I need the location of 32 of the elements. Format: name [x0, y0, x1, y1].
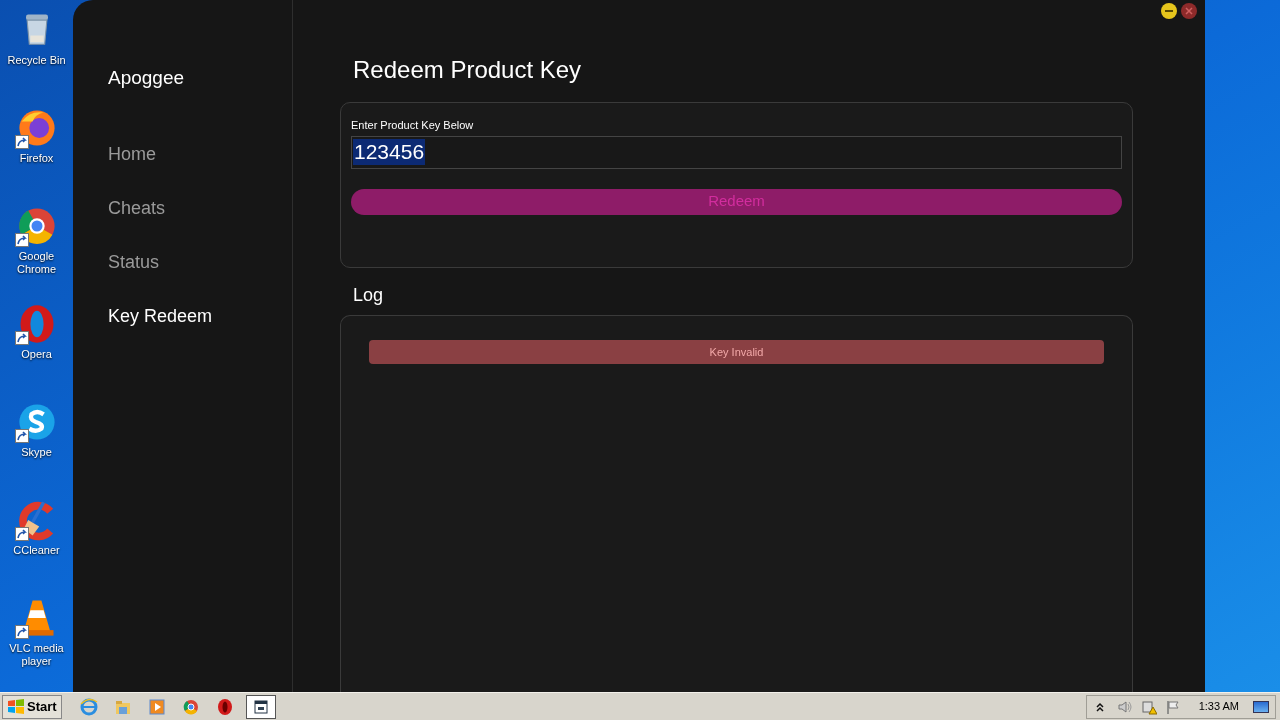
window-icon	[251, 697, 270, 716]
clock[interactable]: 1:33 AM	[1198, 698, 1239, 715]
input-field[interactable]: 123456	[351, 135, 1122, 169]
windows-logo	[7, 698, 25, 715]
taskbar-button[interactable]	[245, 694, 276, 719]
field-label: Enter Product Key Below	[351, 118, 475, 133]
icon-label: Firefox	[19, 152, 54, 165]
log-title: Log	[353, 284, 385, 307]
minimize-button[interactable]	[1161, 3, 1177, 19]
icon-label: Recycle Bin	[7, 54, 66, 67]
browser-e-icon	[79, 697, 98, 716]
nav-item[interactable]: Home	[108, 140, 292, 168]
nav-item[interactable]: Status	[108, 248, 292, 276]
chrome-icon	[181, 697, 200, 716]
icon-label: CCleaner	[13, 544, 60, 557]
close-button[interactable]	[1181, 3, 1197, 19]
app-brand: Apoggee	[108, 66, 186, 90]
icon-label: VLC media player	[8, 642, 65, 668]
ring-icon	[215, 697, 234, 716]
log-entry: Key Invalid	[369, 340, 1104, 364]
icon-label: Opera	[21, 348, 52, 361]
page-title: Redeem Product Key	[353, 55, 583, 85]
icon-label: Google Chrome	[15, 250, 58, 276]
icon-label: Skype	[21, 446, 52, 459]
show-desktop-button[interactable]	[1253, 700, 1269, 713]
close-icon	[1185, 7, 1193, 15]
nav-item[interactable]: Cheats	[108, 194, 292, 222]
start-button[interactable]: Start	[2, 694, 62, 719]
flag-icon[interactable]	[1164, 698, 1181, 715]
network-warning-icon[interactable]	[1140, 698, 1157, 715]
nav-item[interactable]: Key Redeem	[108, 302, 292, 330]
play-icon	[147, 697, 166, 716]
